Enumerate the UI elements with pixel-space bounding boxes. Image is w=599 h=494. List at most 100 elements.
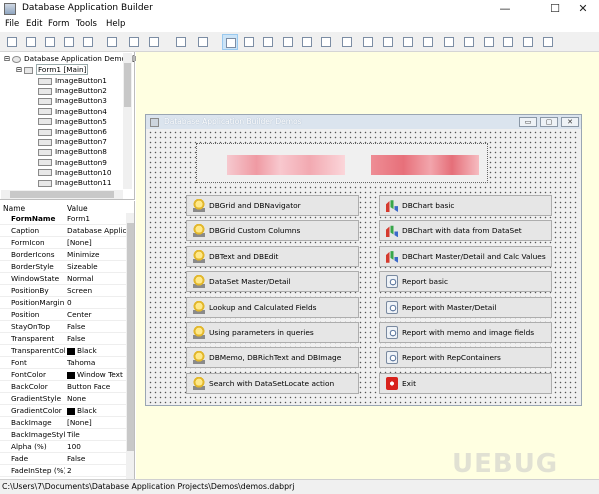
property-value[interactable]: 100: [67, 441, 126, 453]
property-row[interactable]: PositionBy Screen: [0, 285, 126, 297]
tree-item[interactable]: ImageButton3: [38, 96, 107, 106]
dbedit-tool-button[interactable]: [441, 34, 457, 50]
save-as-tool-button[interactable]: [61, 34, 77, 50]
build-tool-button[interactable]: [104, 34, 120, 50]
demo-button[interactable]: DBGrid Custom Columns: [186, 220, 359, 242]
property-row[interactable]: Caption Database Applica: [0, 225, 126, 237]
demo-button[interactable]: Exit: [379, 372, 552, 394]
property-row[interactable]: PositionMargin 0: [0, 297, 126, 309]
demo-button[interactable]: DBText and DBEdit: [186, 245, 359, 267]
menu-tools[interactable]: Tools: [76, 19, 97, 29]
tree-item[interactable]: ImageButton4: [38, 107, 107, 117]
property-row[interactable]: FormIcon [None]: [0, 237, 126, 249]
property-value[interactable]: Sizeable: [67, 261, 126, 273]
bevel-tool-button[interactable]: [299, 34, 315, 50]
close-button[interactable]: ✕: [567, 0, 599, 18]
property-row[interactable]: Transparent False: [0, 333, 126, 345]
property-value[interactable]: Window Text: [67, 369, 126, 381]
property-row[interactable]: Position Center: [0, 309, 126, 321]
property-value[interactable]: Center: [67, 309, 126, 321]
property-value[interactable]: Black: [67, 345, 126, 357]
demo-button[interactable]: DBChart with data from DataSet: [379, 220, 552, 242]
dbcheckbox-tool-button[interactable]: [461, 34, 477, 50]
form-maximize-button[interactable]: ▢: [540, 117, 558, 127]
property-row[interactable]: Alpha (%)100: [0, 441, 126, 453]
property-value[interactable]: Screen: [67, 285, 126, 297]
label-tool-button[interactable]: [400, 34, 416, 50]
property-row[interactable]: FadeInStep (%) 2: [0, 465, 126, 477]
property-value[interactable]: Tahoma: [67, 357, 126, 369]
props-vscroll[interactable]: [126, 213, 134, 479]
image-tool-button[interactable]: [380, 34, 396, 50]
dbnavigator-tool-button[interactable]: [540, 34, 556, 50]
tree-vscroll[interactable]: [123, 53, 132, 189]
property-value[interactable]: Button Face: [67, 381, 126, 393]
banner-image[interactable]: [196, 143, 488, 183]
demo-button[interactable]: DBChart basic: [379, 195, 552, 216]
property-value[interactable]: None: [67, 393, 126, 405]
form-minimize-button[interactable]: ▭: [519, 117, 537, 127]
demo-button[interactable]: Lookup and Calculated Fields: [186, 296, 359, 318]
tree-hscroll[interactable]: [1, 190, 123, 199]
groupbox-tool-button[interactable]: [260, 34, 276, 50]
form-close-button[interactable]: ✕: [561, 117, 579, 127]
property-value[interactable]: Form1: [67, 213, 126, 225]
property-value[interactable]: [None]: [67, 417, 126, 429]
property-row[interactable]: BackColor Button Face: [0, 381, 126, 393]
tree-item[interactable]: ImageButton11: [38, 178, 112, 188]
demo-button[interactable]: DBMemo, DBRichText and DBImage: [186, 347, 359, 369]
paste-tool-button[interactable]: [146, 34, 162, 50]
property-row[interactable]: FontColor Window Text: [0, 369, 126, 381]
tree-item[interactable]: ImageButton9: [38, 158, 107, 168]
property-value[interactable]: False: [67, 333, 126, 345]
open-tool-button[interactable]: [23, 34, 39, 50]
menu-form[interactable]: Form: [48, 19, 69, 29]
demo-button[interactable]: Report with RepContainers: [379, 347, 552, 369]
property-value[interactable]: 0: [67, 297, 126, 309]
dbimage-tool-button[interactable]: [520, 34, 536, 50]
minimize-button[interactable]: —: [489, 0, 521, 18]
demo-button[interactable]: DataSet Master/Detail: [186, 271, 359, 293]
property-value[interactable]: Black: [67, 405, 126, 417]
new-tool-button[interactable]: [4, 34, 20, 50]
run-tool-button[interactable]: [80, 34, 96, 50]
edit-tool-button[interactable]: [339, 34, 355, 50]
demo-button[interactable]: Report with memo and image fields: [379, 322, 552, 343]
menu-help[interactable]: Help: [106, 19, 125, 29]
property-value[interactable]: 2: [67, 465, 126, 477]
menu-edit[interactable]: Edit: [26, 19, 42, 29]
demo-button[interactable]: Report basic: [379, 271, 552, 293]
tree-item[interactable]: ImageButton7: [38, 137, 107, 147]
property-value[interactable]: [None]: [67, 237, 126, 249]
panel-tool-button[interactable]: [241, 34, 257, 50]
property-row[interactable]: StayOnTop False: [0, 321, 126, 333]
dbradio-tool-button[interactable]: [481, 34, 497, 50]
save-tool-button[interactable]: [42, 34, 58, 50]
property-value[interactable]: Minimize: [67, 249, 126, 261]
property-value[interactable]: False: [67, 321, 126, 333]
dbgrid-tool-button[interactable]: [420, 34, 436, 50]
splitter-tool-button[interactable]: [318, 34, 334, 50]
memo-tool-button[interactable]: [360, 34, 376, 50]
property-row[interactable]: BorderIcons Minimize: [0, 249, 126, 261]
property-row[interactable]: FormName Form1: [0, 213, 126, 225]
new-form-tool-button[interactable]: [173, 34, 189, 50]
tree-root[interactable]: ⊟ Database Application Demos [F: [4, 54, 139, 64]
property-row[interactable]: BackImage [None]: [0, 417, 126, 429]
preview-tool-button[interactable]: [195, 34, 211, 50]
tree-item[interactable]: ImageButton10: [38, 168, 112, 178]
demo-button[interactable]: Search with DataSetLocate action: [186, 372, 359, 394]
tree-item[interactable]: ImageButton5: [38, 117, 107, 127]
property-value[interactable]: Tile: [67, 429, 126, 441]
demo-button[interactable]: Report with Master/Detail: [379, 296, 552, 318]
demo-button[interactable]: Using parameters in queries: [186, 322, 359, 343]
tree-form[interactable]: ⊟ Form1 [Main]: [16, 64, 89, 75]
copy-tool-button[interactable]: [126, 34, 142, 50]
demo-button[interactable]: DBGrid and DBNavigator: [186, 195, 359, 216]
tree-item[interactable]: ImageButton8: [38, 147, 107, 157]
tree-item[interactable]: ImageButton6: [38, 127, 107, 137]
demo-button[interactable]: DBChart Master/Detail and Calc Values: [379, 245, 552, 267]
property-value[interactable]: Database Applica: [67, 225, 126, 237]
property-row[interactable]: BorderStyle Sizeable: [0, 261, 126, 273]
property-value[interactable]: False: [67, 453, 126, 465]
